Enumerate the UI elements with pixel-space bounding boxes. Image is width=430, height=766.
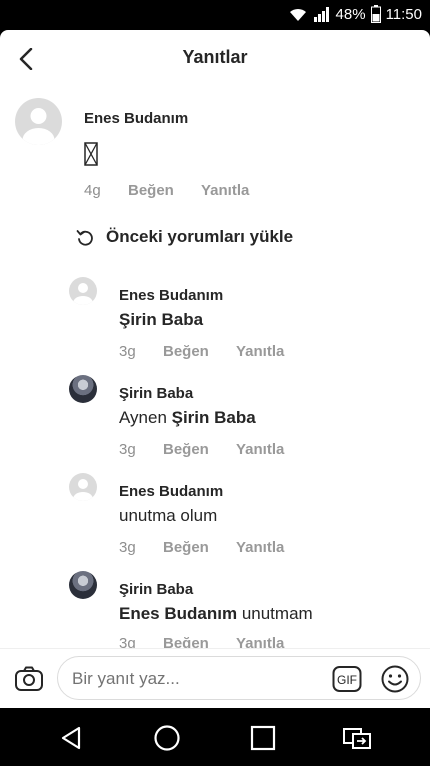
reply-text: Şirin Baba: [119, 310, 203, 330]
default-avatar-icon: [73, 283, 93, 305]
reply-text: Aynen Şirin Baba: [119, 408, 256, 428]
default-avatar-icon: [73, 479, 93, 501]
like-button[interactable]: Beğen: [163, 441, 236, 458]
load-previous-label: Önceki yorumları yükle: [106, 227, 294, 246]
battery-percent: 48%: [335, 5, 366, 23]
reply-composer: GIF: [0, 648, 430, 708]
reply-button[interactable]: Yanıtla: [201, 182, 249, 199]
page-title: Yanıtlar: [182, 47, 248, 67]
avatar[interactable]: [69, 571, 97, 599]
emoji-button[interactable]: [380, 664, 410, 694]
header: Yanıtlar: [0, 30, 430, 88]
reply-username[interactable]: Şirin Baba: [119, 385, 193, 402]
reply-username[interactable]: Şirin Baba: [119, 581, 193, 598]
reply-button[interactable]: Yanıtla: [236, 343, 284, 360]
reload-icon: [76, 230, 93, 246]
nav-recents-icon: [250, 725, 276, 751]
gif-button[interactable]: GIF: [332, 665, 362, 693]
comment-username[interactable]: Enes Budanım: [84, 110, 188, 127]
avatar[interactable]: [69, 277, 97, 305]
avatar[interactable]: [69, 375, 97, 403]
reply-meta: 3g Beğen Yanıtla: [119, 539, 284, 556]
reply-text: unutma olum: [119, 506, 218, 525]
reply-text-body: unutmam: [237, 604, 313, 623]
status-bar: 48% 11:50: [0, 0, 430, 30]
gif-icon: GIF: [332, 666, 362, 692]
comment-text: 🚫: [84, 142, 98, 166]
load-previous-button[interactable]: Önceki yorumları yükle: [76, 227, 293, 247]
nav-recents-button[interactable]: [248, 723, 278, 753]
mention-link[interactable]: Enes Budanım: [119, 604, 237, 623]
comment-age: 4g: [84, 182, 101, 199]
default-avatar-icon: [22, 108, 55, 145]
battery-icon: [370, 5, 381, 23]
emoji-icon: [381, 665, 409, 693]
nav-home-button[interactable]: [152, 723, 182, 753]
reply-text: Enes Budanım unutmam: [119, 604, 313, 624]
signal-icon: [313, 7, 329, 22]
mention-link[interactable]: Şirin Baba: [172, 408, 256, 427]
reply-text-prefix: Aynen: [119, 408, 172, 427]
reply-button[interactable]: Yanıtla: [236, 441, 284, 458]
comment-meta: 4g Beğen Yanıtla: [84, 182, 249, 199]
replies-screen: Yanıtlar Enes Budanım 🚫 4g Beğen Yanıtla…: [0, 30, 430, 708]
nav-back-icon: [61, 726, 81, 750]
clock: 11:50: [385, 5, 422, 23]
system-nav-bar: [0, 708, 430, 766]
mention-link[interactable]: Şirin Baba: [119, 310, 203, 329]
avatar[interactable]: [15, 98, 62, 145]
reply-username[interactable]: Enes Budanım: [119, 483, 223, 500]
nav-switch-icon: [343, 728, 371, 749]
reply-meta: 3g Beğen Yanıtla: [119, 343, 284, 360]
like-button[interactable]: Beğen: [163, 343, 236, 360]
avatar[interactable]: [69, 473, 97, 501]
reply-age: 3g: [119, 441, 136, 458]
reply-button[interactable]: Yanıtla: [236, 539, 284, 556]
reply-meta: 3g Beğen Yanıtla: [119, 441, 284, 458]
nav-switch-button[interactable]: [342, 723, 372, 753]
like-button[interactable]: Beğen: [128, 182, 201, 199]
reply-username[interactable]: Enes Budanım: [119, 287, 223, 304]
like-button[interactable]: Beğen: [163, 539, 236, 556]
gif-label: GIF: [337, 673, 357, 687]
reply-age: 3g: [119, 343, 136, 360]
camera-icon: [15, 666, 43, 691]
reply-input-container: GIF: [57, 656, 421, 700]
reply-age: 3g: [119, 539, 136, 556]
nav-back-button[interactable]: [57, 723, 87, 753]
missing-glyph-icon: [84, 142, 98, 166]
nav-home-icon: [154, 725, 180, 751]
camera-button[interactable]: [14, 664, 44, 694]
wifi-icon: [289, 8, 306, 21]
reply-input[interactable]: [70, 665, 324, 693]
